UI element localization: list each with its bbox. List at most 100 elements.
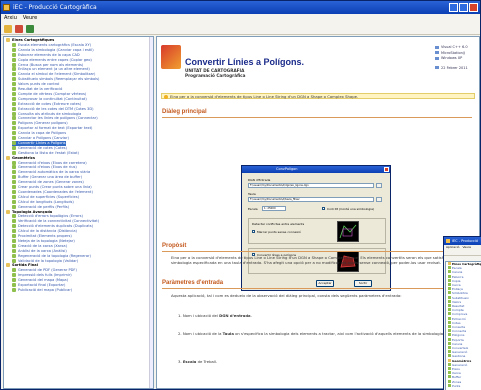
tree-item-label: Verificació de la connectivitat (Connect… bbox=[18, 219, 100, 224]
secondary-menu-aplicacio[interactable]: Aplicació bbox=[446, 245, 459, 250]
document-icon bbox=[448, 287, 451, 291]
tree-section-label: Topologia Avançada bbox=[12, 209, 53, 214]
menu-arxiu[interactable]: Arxiu bbox=[4, 14, 17, 23]
tree-section-label: Sortida Final bbox=[12, 263, 38, 268]
document-icon bbox=[12, 160, 16, 165]
document-icon bbox=[12, 136, 16, 140]
dialog-exit-button: Sortir bbox=[354, 280, 372, 287]
document-icon bbox=[12, 253, 16, 258]
tree-item-label: Generació de cotes (Cotes) bbox=[18, 145, 67, 150]
main-window: iEC - Producció Cartogràfica Arxiu Veure… bbox=[0, 0, 481, 390]
meta-date: 22 Febrer 2011 bbox=[435, 66, 473, 71]
dgn-input: F:\usuari\my\Documents\d\dgn\ex_ligons.d… bbox=[248, 183, 374, 188]
document-icon bbox=[448, 346, 451, 350]
document-icon bbox=[448, 325, 451, 329]
tree-item-label: Cerca (Busca per nom als elements) bbox=[18, 62, 84, 67]
tree-item-label: Proximitat (Elements propers) bbox=[18, 234, 72, 238]
tree-item-label: Valors punts de control bbox=[18, 82, 60, 87]
table-label: Taula bbox=[248, 192, 256, 196]
tree-item-label: Gestiona la llista de l'estat (Estat) bbox=[18, 150, 79, 155]
dgn-browse-icon bbox=[376, 183, 382, 188]
tree-item-label: Exportar al format de text (Exportar tex… bbox=[18, 126, 93, 131]
document-icon bbox=[12, 101, 16, 106]
doc-header: Convertir Línies a Polígons. UNITAT DE C… bbox=[157, 37, 479, 103]
param-3-bold: Escala bbox=[182, 359, 197, 364]
page-subtitle-dept: Programació Cartogràfica bbox=[185, 73, 246, 78]
tree-item-label: Crear punts (Crear punts sobre una línia… bbox=[18, 185, 92, 189]
document-icon bbox=[12, 185, 16, 189]
preview-image-1 bbox=[337, 221, 359, 242]
document-icon bbox=[12, 52, 16, 57]
document-icon bbox=[12, 96, 16, 101]
document-icon bbox=[448, 354, 451, 358]
close-button[interactable] bbox=[469, 3, 478, 12]
back-icon[interactable] bbox=[26, 25, 34, 33]
param-2-post: on s'especifica la simbologia dels eleme… bbox=[233, 331, 465, 336]
section-dialog-heading: Diàleg principal bbox=[162, 109, 207, 115]
document-icon bbox=[12, 243, 16, 248]
folder-icon bbox=[6, 155, 10, 160]
tree-item-label: Creació de la xarxa (Xarxa) bbox=[18, 243, 67, 248]
pin-icon[interactable] bbox=[15, 25, 23, 33]
tree-item-label: Extracció de les cotes del DTM (Cotes 3D… bbox=[18, 106, 94, 111]
tree-item-label: Convertir Línies a Polígons bbox=[18, 140, 66, 145]
tree-section-label: Geomètrics bbox=[12, 155, 36, 160]
document-icon bbox=[12, 180, 16, 185]
tree-item-label: Copia elements entre capes (Copiar geo) bbox=[18, 57, 92, 62]
document-icon bbox=[12, 111, 16, 116]
param-1-bold: DGN d'entrada bbox=[219, 313, 251, 318]
section-params-heading: Paràmetres d'entrada bbox=[162, 280, 224, 286]
param-3-post: de Treball. bbox=[196, 359, 218, 364]
secondary-window-title[interactable]: iEC - Producció bbox=[444, 237, 481, 245]
document-icon bbox=[448, 278, 451, 282]
document-icon bbox=[448, 312, 451, 316]
secondary-tree-item[interactable]: Punts bbox=[446, 383, 481, 388]
sidebar-scrollbar[interactable] bbox=[149, 37, 153, 388]
document-icon bbox=[12, 199, 16, 204]
meta-item: Visual C++ 6.0 bbox=[435, 45, 473, 50]
tree-item-label: Canvia el símbol de l'element (Simbolitz… bbox=[18, 72, 96, 77]
menu-veure[interactable]: Veure bbox=[23, 14, 37, 23]
minimize-button[interactable] bbox=[449, 3, 458, 12]
tree-item-label: Resultat de la verificació bbox=[18, 87, 63, 91]
secondary-menu-veure[interactable]: Veure bbox=[462, 245, 471, 250]
document-icon bbox=[12, 77, 16, 82]
document-icon bbox=[12, 273, 16, 278]
app-icon bbox=[3, 4, 10, 11]
institute-logo bbox=[161, 45, 181, 69]
tree-item-label: Generació de zones (Generar zones) bbox=[18, 180, 84, 185]
maximize-button[interactable] bbox=[459, 3, 468, 12]
window-controls bbox=[449, 3, 478, 12]
section-divider bbox=[162, 288, 472, 289]
tree-item-label: Regeneració de la topologia (Regenerar) bbox=[18, 253, 91, 258]
tree-item-label: Buffer (Generar una àrea de buffer) bbox=[18, 175, 83, 180]
home-icon[interactable] bbox=[4, 25, 12, 33]
document-icon bbox=[12, 106, 16, 111]
secondary-tree[interactable]: Eines CartogràfiquesEscalaCanviaEsborraC… bbox=[445, 261, 481, 390]
secondary-tree-label: Punts bbox=[452, 383, 461, 388]
document-icon bbox=[12, 268, 16, 273]
tree-item-label: Connectar les línies de polígons (Connec… bbox=[18, 116, 98, 121]
codi-label: Codi Dt (Conté una simbologia) bbox=[327, 207, 375, 211]
param-2-pre: 2. Nom i ubicació de la bbox=[178, 331, 223, 336]
navigation-tree[interactable]: Eines Cartogràfiques Escala elements cart… bbox=[3, 36, 154, 389]
tree-item-label: Comprovar la continuïtat (Continuitat) bbox=[18, 96, 87, 101]
document-icon bbox=[12, 82, 16, 87]
document-icon bbox=[12, 57, 16, 62]
folder-icon bbox=[448, 262, 451, 265]
document-icon bbox=[12, 204, 16, 209]
tree-item-label: Detecció d'elements duplicats (Duplicats… bbox=[18, 224, 94, 229]
meta-item: MicroStation/J bbox=[435, 51, 473, 56]
document-icon bbox=[12, 238, 16, 243]
section-divider bbox=[162, 251, 472, 252]
secondary-window[interactable]: iEC - Producció Aplicació Veure Eines Ca… bbox=[443, 236, 481, 390]
intro-text: Eina per a la conversió d'elements de ti… bbox=[170, 94, 359, 99]
secondary-toolbar bbox=[444, 250, 481, 256]
tree-item-label: Càlcul de superfícies (Superfícies) bbox=[18, 194, 79, 199]
tree-item-label: Neteja de la topologia (Netejar) bbox=[18, 238, 75, 243]
document-icon bbox=[12, 224, 16, 229]
tree-item-label: Càlcul de la distància (Distància) bbox=[18, 229, 77, 234]
tree-item[interactable]: Publicació del mapa (Publicar) bbox=[12, 287, 72, 293]
document-icon bbox=[12, 219, 16, 224]
param-2: 2. Nom i ubicació de la Taula on s'espec… bbox=[178, 331, 472, 336]
